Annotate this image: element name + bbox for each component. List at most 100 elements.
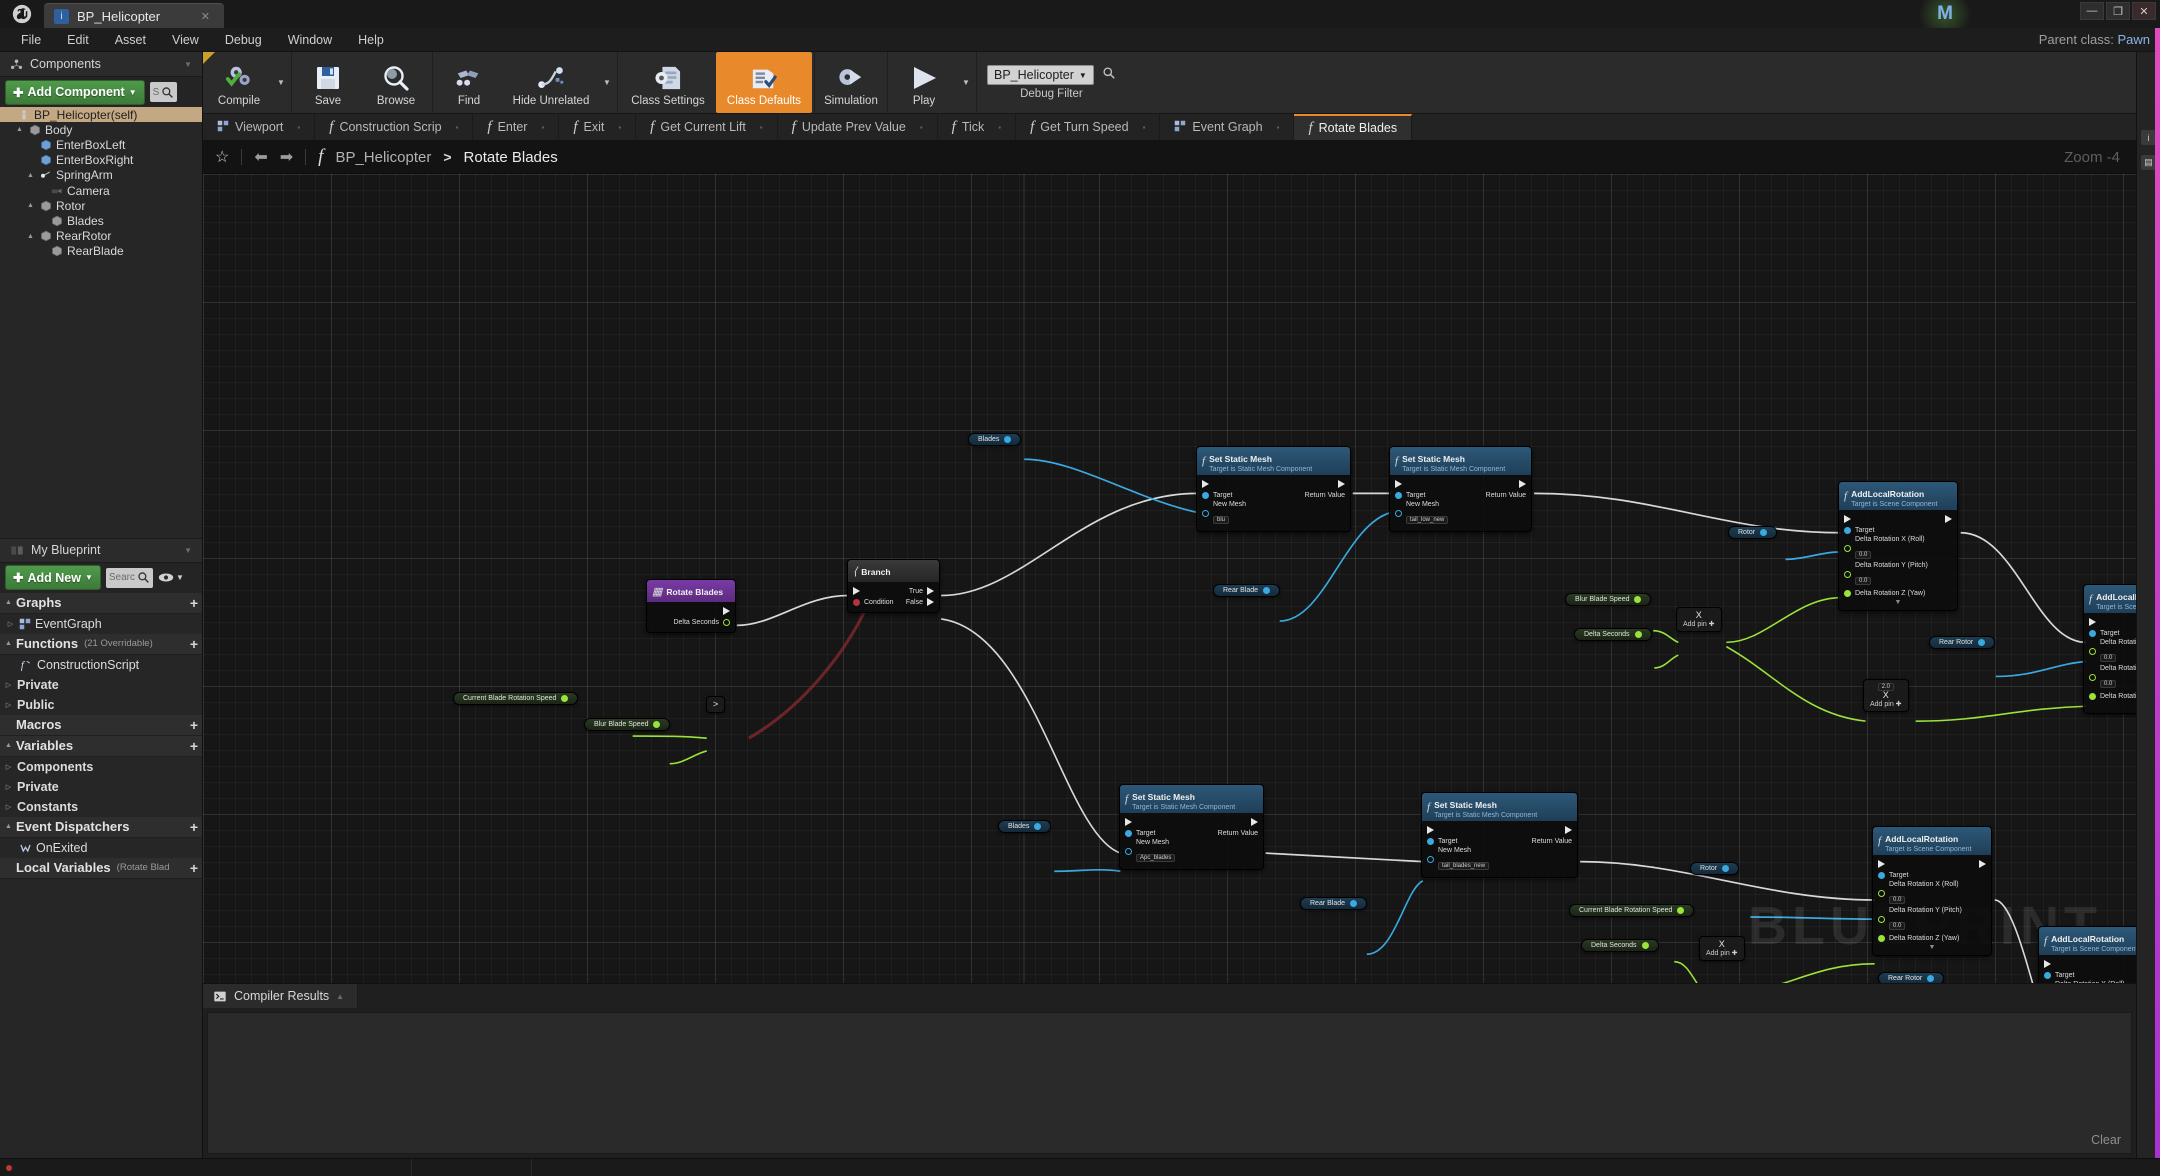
variable-node-delta-seconds[interactable]: Delta Seconds xyxy=(1581,939,1659,952)
menu-item-view[interactable]: View xyxy=(159,30,212,50)
toolbar-hide-unrelated-button[interactable]: Hide Unrelated xyxy=(503,52,599,113)
graph-node-alr1[interactable]: f AddLocalRotation Target is Scene Compone… xyxy=(1838,481,1958,611)
my-blueprint-category-macros[interactable]: Macros + xyxy=(0,714,202,736)
my-blueprint-category-eventdispatchers[interactable]: ▲ Event Dispatchers + xyxy=(0,816,202,838)
expander-icon[interactable]: ▲ xyxy=(4,742,13,749)
favorite-star-icon[interactable]: ☆ xyxy=(215,147,229,167)
component-tree-item-body[interactable]: ▲ Body xyxy=(0,122,202,137)
tab-close-icon[interactable]: ▪ xyxy=(541,123,544,132)
node-pin-objh[interactable] xyxy=(1395,510,1402,517)
expander-icon[interactable]: ▷ xyxy=(4,783,13,791)
node-pin-obj[interactable] xyxy=(2044,971,2051,979)
expander-icon[interactable]: ▲ xyxy=(4,599,13,606)
component-tree-item-rearblade[interactable]: RearBlade xyxy=(0,244,202,259)
node-pin-flt[interactable] xyxy=(1844,589,1851,597)
variable-node-delta-seconds[interactable]: Delta Seconds xyxy=(1574,628,1652,641)
my-blueprint-subcategory-constants[interactable]: ▷ Constants xyxy=(0,797,202,817)
maximize-button[interactable]: ❐ xyxy=(2106,2,2130,20)
node-pin-obj[interactable] xyxy=(1202,491,1209,499)
my-blueprint-category-localvariables[interactable]: Local Variables (Rotate Blad + xyxy=(0,857,202,879)
graph-tab-viewport[interactable]: Viewport ▪ xyxy=(203,114,316,140)
component-tree-item-blades[interactable]: Blades xyxy=(0,213,202,228)
graph-tab-tick[interactable]: f Tick ▪ xyxy=(938,114,1017,140)
graph-node-ssm1[interactable]: f Set Static Mesh Target is Static Mesh Co… xyxy=(1196,446,1351,532)
my-blueprint-panel-tab[interactable]: My Blueprint ▼ xyxy=(0,537,202,563)
node-pin-obj[interactable] xyxy=(1844,526,1851,534)
node-pin-obj[interactable] xyxy=(1395,491,1402,499)
variable-node-blades[interactable]: Blades xyxy=(998,820,1052,833)
add-macros-button[interactable]: + xyxy=(190,717,198,733)
my-blueprint-category-functions[interactable]: ▲ Functions (21 Overridable) + xyxy=(0,633,202,655)
expander-icon[interactable]: ▷ xyxy=(4,803,13,811)
node-value-field[interactable]: 0.0 xyxy=(1855,577,1872,585)
variable-node-pin[interactable] xyxy=(1034,823,1042,830)
node-pin-exec[interactable] xyxy=(1427,826,1434,834)
node-value-field[interactable]: 0.0 xyxy=(2100,654,2117,662)
node-mesh-selector[interactable]: tail_blades_new xyxy=(1438,862,1490,870)
node-pin-objh[interactable] xyxy=(1125,848,1132,855)
my-blueprint-category-graphs[interactable]: ▲ Graphs + xyxy=(0,592,202,614)
component-tree[interactable]: BP_Helicopter(self) ▲ Body EnterBoxLeft Ente… xyxy=(0,107,202,538)
chevron-down-icon[interactable]: ▼ xyxy=(184,60,192,69)
variable-node-pin[interactable] xyxy=(1350,900,1358,907)
node-pin-exec[interactable] xyxy=(1844,515,1851,523)
expander-icon[interactable]: ▷ xyxy=(4,763,13,771)
graph-tab-construction-scrip[interactable]: f Construction Scrip ▪ xyxy=(315,114,474,140)
toolbar-dropdown-arrow[interactable]: ▼ xyxy=(958,52,974,113)
expander-icon[interactable]: ▷ xyxy=(4,681,13,689)
expander-icon[interactable]: ▲ xyxy=(26,202,35,209)
variable-node-pin[interactable] xyxy=(1722,865,1730,872)
graph-tab-get-current-lift[interactable]: f Get Current Lift ▪ xyxy=(636,114,778,140)
expander-icon[interactable]: ▷ xyxy=(6,620,15,628)
variable-node-pin[interactable] xyxy=(1760,529,1768,536)
tab-close-icon[interactable]: ▪ xyxy=(1143,123,1146,132)
node-pin-obj[interactable] xyxy=(2089,629,2096,637)
visibility-filter-button[interactable]: ▼ xyxy=(158,572,184,583)
my-blueprint-subcategory-components[interactable]: ▷ Components xyxy=(0,757,202,777)
graph-node-ssm3[interactable]: f Set Static Mesh Target is Static Mesh Co… xyxy=(1119,784,1264,870)
node-pin-exec[interactable] xyxy=(1878,860,1885,868)
node-value-field[interactable]: 0.0 xyxy=(1889,896,1906,904)
graph-node-entry[interactable]: ▦ Rotate Blades Delta Seconds xyxy=(646,579,736,633)
variable-node-pin[interactable] xyxy=(1634,631,1642,638)
document-tab[interactable]: i BP_Helicopter ✕ xyxy=(44,3,224,28)
my-blueprint-list[interactable]: ▲ Graphs + ▷ EventGraph ▲ Functions (21 Overrid… xyxy=(0,592,202,1158)
expander-icon[interactable]: ▲ xyxy=(4,823,13,830)
component-tree-item-enterboxright[interactable]: EnterBoxRight xyxy=(0,153,202,168)
variable-node-rear-blade[interactable]: Rear Blade xyxy=(1300,897,1368,910)
expander-icon[interactable]: ▲ xyxy=(26,172,35,179)
add-graphs-button[interactable]: + xyxy=(190,595,198,611)
math-node-multiply[interactable]: 2.0 X Add pin ✚ xyxy=(1863,679,1909,712)
my-blueprint-subcategory-public[interactable]: ▷ Public xyxy=(0,695,202,715)
node-pin-flth[interactable] xyxy=(2089,674,2096,681)
variable-node-pin[interactable] xyxy=(1677,907,1685,914)
toolbar-compile-button[interactable]: Compile xyxy=(205,52,273,113)
node-pin-exec[interactable] xyxy=(1251,818,1258,826)
node-mesh-selector[interactable]: Apc_blades xyxy=(1136,854,1176,862)
component-tree-item-enterboxleft[interactable]: EnterBoxLeft xyxy=(0,137,202,152)
math-node-greater-than[interactable]: > xyxy=(706,696,726,713)
variable-node-pin[interactable] xyxy=(1004,436,1012,443)
node-pin-flth[interactable] xyxy=(2089,648,2096,655)
menu-item-help[interactable]: Help xyxy=(345,30,397,50)
blueprint-graph-canvas[interactable]: BLUEPRINT ▦Rotate BladesDelta Seconds⟨Br… xyxy=(203,174,2136,983)
add-component-button[interactable]: ✚ Add Component ▼ xyxy=(5,79,145,105)
node-pin-flth[interactable] xyxy=(723,618,730,626)
node-pin-exec[interactable] xyxy=(1395,480,1402,488)
node-pin-flt[interactable] xyxy=(1878,934,1885,942)
graph-tab-enter[interactable]: f Enter ▪ xyxy=(473,114,560,140)
chevron-up-icon[interactable]: ▲ xyxy=(336,992,344,1001)
node-pin-flt[interactable] xyxy=(2089,692,2096,700)
toolbar-find-button[interactable]: Find xyxy=(435,52,503,113)
close-window-button[interactable]: ✕ xyxy=(2132,2,2156,20)
node-mesh-selector[interactable]: tail_low_new xyxy=(1406,516,1449,524)
node-pin-exec[interactable] xyxy=(1519,480,1526,488)
variable-node-pin[interactable] xyxy=(1978,639,1986,646)
graph-node-alr2[interactable]: fAddLocalRotation Target is Scene Compone… xyxy=(2083,584,2136,714)
my-blueprint-subcategory-private[interactable]: ▷ Private xyxy=(0,675,202,695)
graph-tab-update-prev-value[interactable]: f Update Prev Value ▪ xyxy=(778,114,938,140)
component-tree-item-camera[interactable]: Camera xyxy=(0,183,202,198)
node-pin-exec[interactable] xyxy=(1565,826,1572,834)
graph-tab-event-graph[interactable]: Event Graph ▪ xyxy=(1160,114,1295,140)
node-pin-obj[interactable] xyxy=(1427,837,1434,845)
